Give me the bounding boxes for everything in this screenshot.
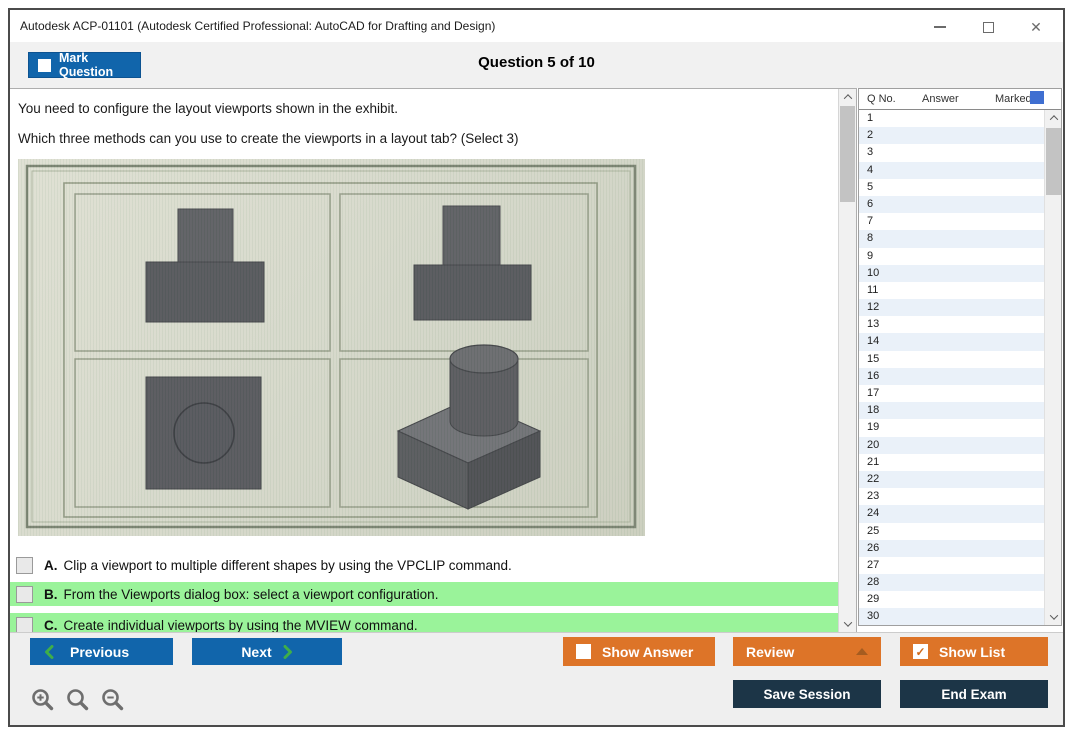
question-list-row[interactable]: 26 — [859, 540, 1045, 557]
question-list-row[interactable]: 19 — [859, 419, 1045, 436]
sidebar-scrollbar[interactable] — [1044, 110, 1061, 625]
question-list-row[interactable]: 17 — [859, 385, 1045, 402]
question-counter: Question 5 of 10 — [10, 54, 1063, 71]
question-list-row[interactable]: 23 — [859, 488, 1045, 505]
option-a-letter: A. — [44, 558, 58, 573]
show-list-checkbox[interactable]: ✓ — [913, 644, 928, 659]
check-icon: ✓ — [915, 646, 925, 658]
sidebar-scroll-up-icon[interactable] — [1045, 110, 1062, 126]
exam-window: Autodesk ACP-01101 (Autodesk Certified P… — [8, 8, 1065, 727]
show-answer-checkbox[interactable] — [576, 644, 591, 659]
question-list-row[interactable]: 14 — [859, 333, 1045, 350]
window-title: Autodesk ACP-01101 (Autodesk Certified P… — [20, 19, 495, 33]
question-panel: You need to configure the layout viewpor… — [10, 89, 838, 632]
question-list-row[interactable]: 27 — [859, 557, 1045, 574]
previous-label: Previous — [70, 644, 129, 660]
exhibit-image — [18, 159, 645, 536]
question-list-row[interactable]: 21 — [859, 454, 1045, 471]
save-session-button[interactable]: Save Session — [733, 680, 881, 708]
caret-up-icon — [856, 648, 868, 655]
question-list-row[interactable]: 10 — [859, 265, 1045, 282]
zoom-out-icon[interactable] — [100, 687, 126, 713]
question-list-row[interactable]: 7 — [859, 213, 1045, 230]
question-list-row[interactable]: 3 — [859, 144, 1045, 161]
option-c-checkbox[interactable] — [16, 617, 33, 633]
scroll-down-arrow-icon[interactable] — [839, 616, 856, 632]
question-list-header: Q No. Answer Marked — [859, 89, 1061, 110]
review-label: Review — [746, 644, 794, 660]
question-list-row[interactable]: 15 — [859, 351, 1045, 368]
option-b-text: From the Viewports dialog box: select a … — [64, 587, 439, 602]
zoom-toolbar — [30, 687, 126, 713]
question-list-row[interactable]: 18 — [859, 402, 1045, 419]
end-exam-label: End Exam — [941, 687, 1006, 702]
end-exam-button[interactable]: End Exam — [900, 680, 1048, 708]
next-button[interactable]: Next — [192, 638, 342, 665]
question-list-row[interactable]: 6 — [859, 196, 1045, 213]
question-list-row[interactable]: 1 — [859, 110, 1045, 127]
question-list-row[interactable]: 20 — [859, 437, 1045, 454]
sidebar-scroll-down-icon[interactable] — [1045, 609, 1062, 625]
question-list-row[interactable]: 29 — [859, 591, 1045, 608]
option-b-letter: B. — [44, 587, 58, 602]
show-answer-button[interactable]: Show Answer — [563, 637, 715, 666]
question-list-row[interactable]: 28 — [859, 574, 1045, 591]
previous-button[interactable]: Previous — [30, 638, 173, 665]
main-scrollbar[interactable] — [838, 89, 856, 632]
option-b-checkbox[interactable] — [16, 586, 33, 603]
option-a-checkbox[interactable] — [16, 557, 33, 574]
question-prompt: Which three methods can you use to creat… — [18, 131, 519, 146]
question-list-row[interactable]: 9 — [859, 248, 1045, 265]
show-list-label: Show List — [939, 644, 1005, 660]
question-list: 1234567891011121314151617181920212223242… — [859, 110, 1045, 625]
question-list-row[interactable]: 24 — [859, 505, 1045, 522]
question-list-row[interactable]: 2 — [859, 127, 1045, 144]
footer-bar: Previous Next Show Answer Review ✓ Show … — [10, 632, 1063, 725]
chevron-left-icon — [44, 645, 54, 659]
exhibit-drawing — [18, 159, 645, 536]
maximize-button[interactable] — [973, 16, 1003, 38]
question-list-row[interactable]: 13 — [859, 316, 1045, 333]
title-bar: Autodesk ACP-01101 (Autodesk Certified P… — [10, 10, 1063, 42]
show-answer-label: Show Answer — [602, 644, 693, 660]
save-session-label: Save Session — [763, 687, 850, 702]
close-icon: ✕ — [1030, 20, 1042, 34]
zoom-in-icon[interactable] — [30, 687, 56, 713]
question-list-row[interactable]: 16 — [859, 368, 1045, 385]
question-list-row[interactable]: 30 — [859, 608, 1045, 625]
question-intro: You need to configure the layout viewpor… — [18, 101, 398, 116]
header-strip: Mark Question Question 5 of 10 — [10, 42, 1063, 88]
question-list-panel: Q No. Answer Marked 12345678910111213141… — [858, 88, 1062, 626]
chevron-right-icon — [283, 645, 293, 659]
main-area: You need to configure the layout viewpor… — [10, 88, 857, 632]
minimize-button[interactable] — [925, 16, 955, 38]
column-qno: Q No. — [867, 93, 896, 105]
show-list-button[interactable]: ✓ Show List — [900, 637, 1048, 666]
option-a-text: Clip a viewport to multiple different sh… — [64, 558, 512, 573]
zoom-reset-icon[interactable] — [65, 687, 91, 713]
question-list-row[interactable]: 12 — [859, 299, 1045, 316]
question-list-row[interactable]: 25 — [859, 523, 1045, 540]
column-answer: Answer — [922, 93, 959, 105]
next-label: Next — [241, 644, 271, 660]
question-list-row[interactable]: 5 — [859, 179, 1045, 196]
question-list-row[interactable]: 4 — [859, 162, 1045, 179]
review-button[interactable]: Review — [733, 637, 881, 666]
question-list-row[interactable]: 11 — [859, 282, 1045, 299]
question-list-row[interactable]: 8 — [859, 230, 1045, 247]
sidebar-header-icon[interactable] — [1030, 91, 1044, 104]
minimize-icon — [934, 26, 946, 28]
column-marked: Marked — [995, 93, 1032, 105]
option-c-text: Create individual viewports by using the… — [64, 618, 418, 633]
close-button[interactable]: ✕ — [1021, 16, 1051, 38]
scroll-up-arrow-icon[interactable] — [839, 89, 856, 105]
answer-option-b[interactable]: B. From the Viewports dialog box: select… — [10, 582, 838, 606]
option-c-letter: C. — [44, 618, 58, 633]
main-scrollbar-thumb[interactable] — [840, 106, 855, 202]
answer-option-a[interactable]: A. Clip a viewport to multiple different… — [10, 553, 838, 577]
maximize-icon — [983, 22, 994, 33]
sidebar-scrollbar-thumb[interactable] — [1046, 128, 1061, 195]
question-list-row[interactable]: 22 — [859, 471, 1045, 488]
answer-option-c[interactable]: C. Create individual viewports by using … — [10, 613, 838, 632]
